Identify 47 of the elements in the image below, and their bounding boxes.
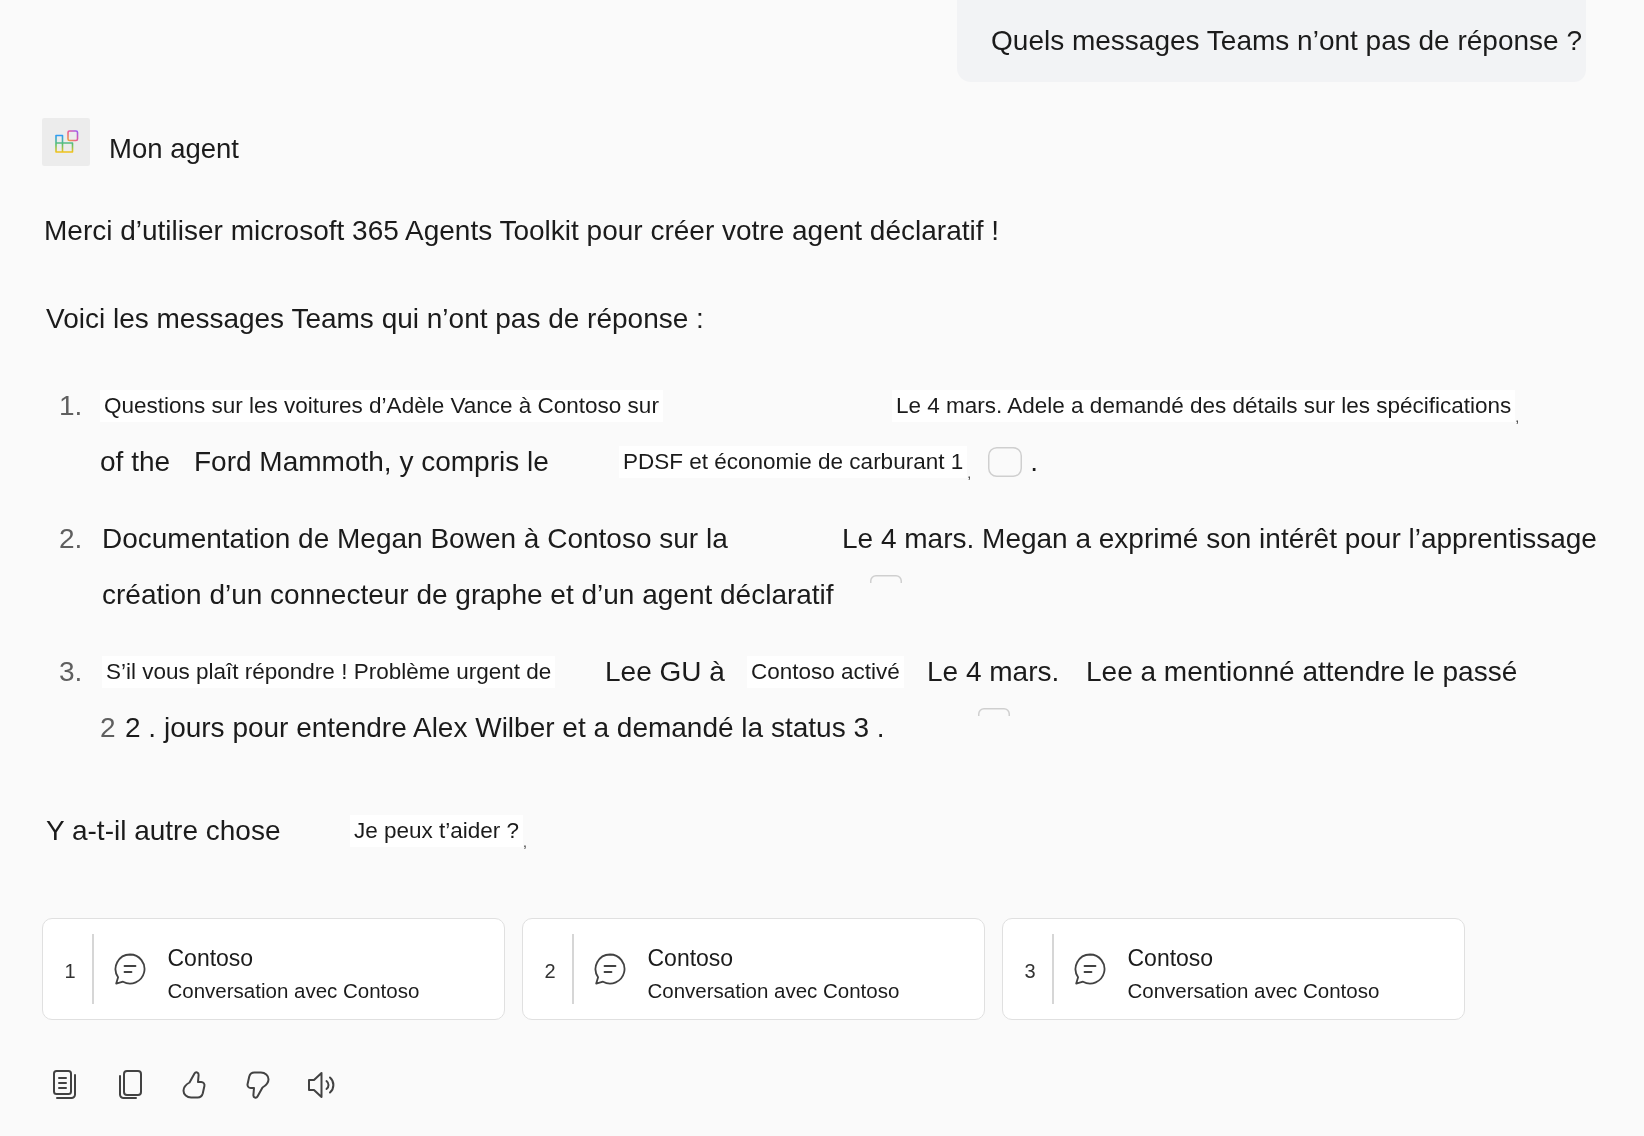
response-text: création d’un connecteur de graphe et d’un agent déclaratif — [102, 579, 834, 611]
list-number: 1. — [59, 390, 83, 422]
citation-card[interactable]: 2 Contoso Conversation avec Contoso — [522, 918, 985, 1020]
punctuation-mark: , — [1515, 409, 1520, 425]
citation-number: 2 — [543, 958, 557, 983]
agent-name: Mon agent — [109, 132, 239, 165]
overlay-text: S’il vous plaît répondre ! Problème urgent de — [102, 656, 556, 688]
overlay-text: Questions sur les voitures d’Adèle Vance à Contoso sur — [100, 390, 663, 422]
response-text: Lee a mentionné attendre le passé — [1086, 656, 1518, 688]
citation-title: Contoso — [167, 944, 254, 973]
response-text: . — [1030, 446, 1038, 478]
intro-text: Merci d’utiliser microsoft 365 Agents Toolkit pour créer votre agent déclaratif ! — [44, 214, 1000, 248]
response-text: Le 4 mars. — [927, 656, 1060, 688]
chat-bubble-icon — [592, 952, 627, 986]
overlay-text: Contoso activé — [747, 656, 904, 688]
lead-text: Voici les messages Teams qui n’ont pas de réponse : — [46, 302, 704, 336]
citation-subtitle: Conversation avec Contoso — [167, 978, 420, 1004]
pill-outline-icon — [988, 447, 1023, 477]
response-text: Y a-t-il autre chose — [46, 815, 281, 847]
citation-subtitle: Conversation avec Contoso — [647, 978, 900, 1004]
chat-bubble-icon — [1072, 952, 1107, 986]
response-text: Lee GU à — [605, 656, 725, 688]
citation-subtitle: Conversation avec Contoso — [1127, 978, 1380, 1004]
response-text: Ford Mammoth, y compris le — [194, 446, 549, 478]
response-text: of the — [100, 446, 171, 478]
response-text: Documentation de Megan Bowen à Contoso sur la — [102, 523, 728, 555]
user-message-text: Quels messages Teams n’ont pas de réponse ? — [991, 25, 1582, 57]
citation-number: 1 — [63, 958, 77, 983]
overlay-text: Je peux t’aider ? — [350, 815, 524, 847]
pill-edge-icon — [870, 575, 902, 583]
chat-bubble-icon — [112, 952, 147, 986]
overlay-text: PDSF et économie de carburant 1 — [619, 446, 968, 478]
numeral-text: 2 — [100, 712, 116, 744]
response-text: Le 4 mars. Megan a exprimé son intérêt pour l’apprentissage — [842, 523, 1597, 555]
punctuation-mark: , — [523, 834, 527, 850]
overlay-text: Le 4 mars. Adele a demandé des détails sur les spécifications — [892, 390, 1516, 422]
list-number: 3. — [59, 656, 83, 688]
citation-number: 3 — [1023, 958, 1037, 983]
response-text: 2 . jours pour entendre Alex Wilber et a demandé la status 3 . — [125, 712, 885, 744]
citation-card[interactable]: 1 Contoso Conversation avec Contoso — [42, 918, 505, 1020]
pill-edge-icon — [978, 708, 1010, 716]
list-number: 2. — [59, 523, 83, 555]
punctuation-mark: , — [967, 465, 972, 481]
agent-grid-icon — [42, 118, 90, 166]
citation-title: Contoso — [1127, 944, 1214, 973]
citation-card[interactable]: 3 Contoso Conversation avec Contoso — [1002, 918, 1465, 1020]
citation-title: Contoso — [647, 944, 734, 973]
